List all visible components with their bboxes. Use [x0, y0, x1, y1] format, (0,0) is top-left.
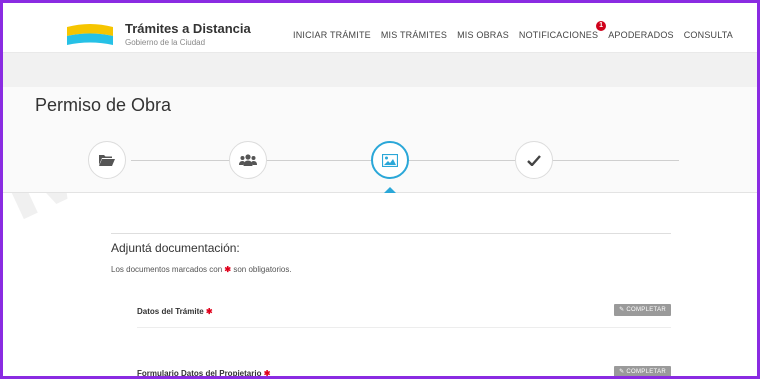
top-navbar: Trámites a Distancia Gobierno de la Ciud…: [3, 3, 757, 53]
step-folder[interactable]: [88, 141, 126, 179]
brand-title: Trámites a Distancia: [125, 21, 251, 36]
completar-button[interactable]: ✎ COMPLETAR: [614, 304, 671, 316]
check-icon: [527, 154, 541, 166]
nav-mis-tramites[interactable]: MIS TRÁMITES: [381, 30, 447, 40]
nav-notificaciones[interactable]: NOTIFICACIONES 1: [518, 21, 607, 40]
documents-title: Adjuntá documentación:: [111, 241, 240, 255]
people-icon: [239, 154, 257, 166]
active-step-pointer: [384, 187, 396, 193]
nav-consulta[interactable]: CONSULTA: [684, 30, 733, 40]
row-separator: [137, 327, 671, 328]
image-icon: [382, 153, 398, 167]
document-label: Datos del Trámite ✱: [137, 307, 213, 316]
document-row: Formulario Datos del Propietario ✱ ✎ COM…: [137, 365, 671, 378]
step-image[interactable]: [371, 141, 409, 179]
document-label: Formulario Datos del Propietario ✱: [137, 369, 271, 378]
section-divider: [111, 233, 671, 234]
step-people[interactable]: [229, 141, 267, 179]
documents-note-before: Los documentos marcados con: [111, 265, 223, 274]
nav-apoderados[interactable]: APODERADOS: [608, 30, 674, 40]
nav-mis-obras[interactable]: MIS OBRAS: [457, 30, 509, 40]
page-title: Permiso de Obra: [35, 95, 172, 115]
pencil-icon: ✎: [619, 369, 625, 375]
app-frame: Marca Trámites a Distancia Gobierno de l…: [0, 0, 760, 379]
required-asterisk-icon: ✱: [205, 307, 213, 316]
header-spacer: [3, 53, 757, 87]
nav-iniciar-tramite[interactable]: INICIAR TRÁMITE: [293, 30, 371, 40]
notification-badge: 1: [596, 21, 607, 31]
document-row: Datos del Trámite ✱ ✎ COMPLETAR: [137, 303, 671, 323]
documents-note-after: son obligatorios.: [233, 265, 292, 274]
main-nav: INICIAR TRÁMITE MIS TRÁMITES MIS OBRAS N…: [293, 21, 733, 40]
required-asterisk-icon: ✱: [224, 265, 232, 274]
documents-note: Los documentos marcados con ✱ son obliga…: [111, 265, 292, 274]
pencil-icon: ✎: [619, 307, 625, 313]
ba-logo[interactable]: [65, 23, 115, 47]
brand-subtitle: Gobierno de la Ciudad: [125, 38, 206, 47]
step-confirm[interactable]: [515, 141, 553, 179]
required-asterisk-icon: ✱: [263, 369, 271, 378]
folder-icon: [99, 155, 115, 166]
completar-button[interactable]: ✎ COMPLETAR: [614, 366, 671, 376]
nav-notificaciones-label: NOTIFICACIONES: [518, 30, 599, 40]
